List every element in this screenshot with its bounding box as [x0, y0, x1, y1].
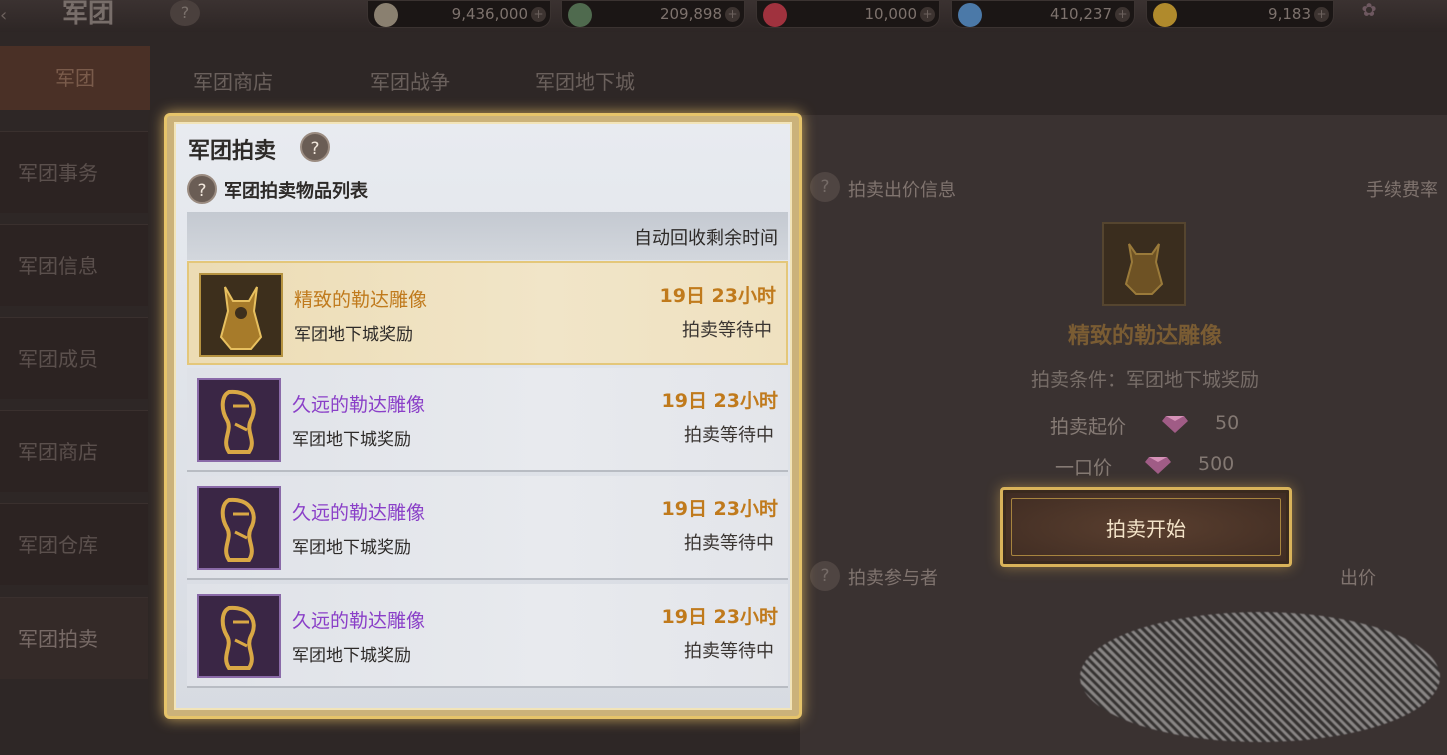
modal-title: 军团拍卖 — [188, 139, 277, 164]
item-thumbnail — [197, 594, 281, 678]
auction-status: 拍卖等待中 — [684, 641, 774, 662]
auction-condition: 拍卖条件：军团地下城奖励 — [1030, 369, 1259, 391]
buyout-label: 一口价 — [1055, 457, 1113, 479]
statue-icon — [220, 389, 256, 454]
currency-value: 9,436,000 — [451, 5, 528, 23]
gold-coin-icon — [1153, 3, 1177, 27]
auction-item-row[interactable]: 精致的勒达雕像 军团地下城奖励 19日 23小时 拍卖等待中 — [187, 261, 788, 365]
tab-legion-war[interactable]: 军团战争 — [370, 66, 450, 95]
add-currency-icon[interactable]: + — [1314, 7, 1329, 22]
modal-subtitle: 军团拍卖物品列表 — [224, 181, 368, 202]
item-thumbnail — [197, 378, 281, 462]
back-icon[interactable]: ‹ — [0, 6, 26, 26]
start-auction-label: 拍卖开始 — [1106, 516, 1186, 541]
currency-value: 9,183 — [1268, 5, 1311, 23]
statue-icon — [220, 605, 256, 670]
item-source: 军团地下城奖励 — [292, 646, 411, 666]
gift-icon[interactable]: ✿ — [1352, 0, 1386, 26]
help-icon[interactable]: ? — [810, 561, 840, 591]
item-source: 军团地下城奖励 — [292, 538, 411, 558]
remaining-time: 19日 23小时 — [661, 606, 779, 628]
statue-icon — [1124, 243, 1164, 295]
sidebar-item-shop[interactable]: 军团商店 — [0, 410, 148, 492]
auction-status: 拍卖等待中 — [684, 425, 774, 446]
list-header: 自动回收剩余时间 — [187, 212, 788, 260]
item-name: 精致的勒达雕像 — [294, 289, 428, 311]
help-icon[interactable]: ? — [187, 174, 217, 204]
help-icon[interactable]: ? — [300, 132, 330, 162]
auction-item-row[interactable]: 久远的勒达雕像 军团地下城奖励 19日 23小时 拍卖等待中 — [187, 476, 788, 580]
bid-column-label: 出价 — [1340, 568, 1376, 589]
help-icon[interactable]: ? — [810, 172, 840, 202]
auction-item-row[interactable]: 久远的勒达雕像 军团地下城奖励 19日 23小时 拍卖等待中 — [187, 584, 788, 688]
item-thumbnail — [199, 273, 283, 357]
fee-rate-label: 手续费率 — [1366, 180, 1438, 201]
item-name: 久远的勒达雕像 — [292, 394, 426, 416]
currency-value: 10,000 — [864, 5, 918, 23]
sidebar-item-auction[interactable]: 军团拍卖 — [0, 597, 148, 679]
silver-coin-icon — [374, 3, 398, 27]
add-currency-icon[interactable]: + — [920, 7, 935, 22]
currency-red-gem[interactable]: 10,000 + — [756, 0, 940, 28]
auction-status: 拍卖等待中 — [682, 320, 772, 341]
start-price-value: 50 — [1215, 412, 1240, 434]
item-thumbnail — [197, 486, 281, 570]
remaining-time: 19日 23小时 — [661, 390, 779, 412]
currency-blue-crystal[interactable]: 410,237 + — [951, 0, 1135, 28]
currency-gold[interactable]: 9,183 + — [1146, 0, 1334, 28]
sidebar-item-members[interactable]: 军团成员 — [0, 317, 148, 399]
selected-item-thumbnail — [1102, 222, 1186, 306]
gem-icon — [1162, 412, 1188, 434]
participants-label: 拍卖参与者 — [848, 568, 938, 589]
sidebar-item-warehouse[interactable]: 军团仓库 — [0, 503, 148, 585]
auction-status: 拍卖等待中 — [684, 533, 774, 554]
add-currency-icon[interactable]: + — [531, 7, 546, 22]
currency-silver[interactable]: 9,436,000 + — [367, 0, 551, 28]
add-currency-icon[interactable]: + — [1115, 7, 1130, 22]
statue-icon — [220, 497, 256, 562]
auction-item-row[interactable]: 久远的勒达雕像 军团地下城奖励 19日 23小时 拍卖等待中 — [187, 368, 788, 472]
item-name: 久远的勒达雕像 — [292, 502, 426, 524]
page-title: 军团 — [62, 0, 115, 29]
start-auction-button[interactable]: 拍卖开始 — [1000, 487, 1292, 567]
remaining-time: 19日 23小时 — [661, 498, 779, 520]
red-gem-icon — [763, 3, 787, 27]
statue-icon — [219, 286, 263, 350]
blue-crystal-icon — [958, 3, 982, 27]
nav-legion-main[interactable]: 军团 — [0, 46, 150, 110]
buyout-value: 500 — [1198, 453, 1235, 475]
currency-value: 209,898 — [659, 5, 722, 23]
item-source: 军团地下城奖励 — [292, 430, 411, 450]
add-currency-icon[interactable]: + — [725, 7, 740, 22]
start-price-label: 拍卖起价 — [1050, 416, 1127, 438]
currency-green[interactable]: 209,898 + — [561, 0, 745, 28]
gem-icon — [1145, 453, 1171, 475]
selected-item-name: 精致的勒达雕像 — [1067, 324, 1222, 349]
item-name: 久远的勒达雕像 — [292, 610, 426, 632]
sidebar-item-info[interactable]: 军团信息 — [0, 224, 148, 306]
sidebar-item-affairs[interactable]: 军团事务 — [0, 131, 148, 213]
green-coin-icon — [568, 3, 592, 27]
tab-legion-shop[interactable]: 军团商店 — [193, 66, 273, 95]
help-icon[interactable]: ? — [170, 0, 200, 26]
top-bar: ‹ 军团 ? 9,436,000 + 209,898 + 10,000 + 41… — [0, 0, 1447, 32]
item-source: 军团地下城奖励 — [294, 325, 413, 345]
column-header-time: 自动回收剩余时间 — [634, 228, 778, 249]
currency-value: 410,237 — [1049, 5, 1112, 23]
qr-watermark — [1080, 612, 1440, 742]
tab-legion-dungeon[interactable]: 军团地下城 — [535, 66, 635, 95]
bid-info-label: 拍卖出价信息 — [848, 180, 956, 201]
remaining-time: 19日 23小时 — [659, 285, 777, 307]
